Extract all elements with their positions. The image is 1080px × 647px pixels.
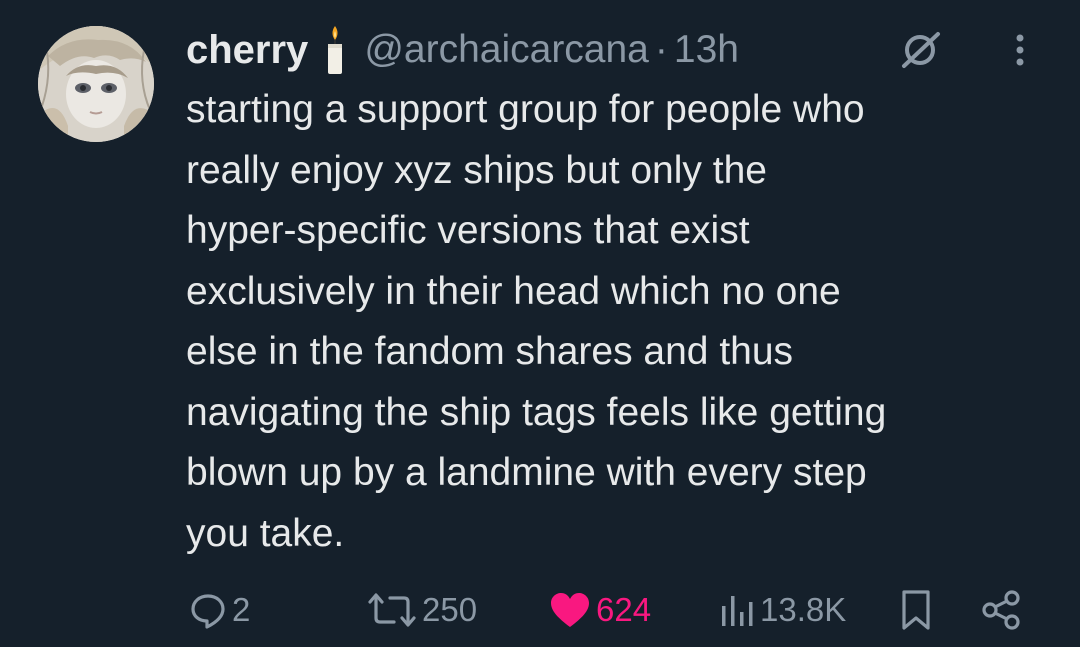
bookmark-icon (902, 590, 930, 630)
candle-icon (324, 24, 346, 76)
author-name[interactable]: cherry (186, 28, 308, 73)
views-button[interactable]: 13.8K (720, 584, 846, 636)
share-icon (982, 590, 1020, 630)
like-button[interactable]: 624 (548, 584, 651, 636)
avatar[interactable] (38, 26, 154, 142)
reply-button[interactable]: 2 (188, 584, 250, 636)
repost-button[interactable]: 250 (366, 584, 477, 636)
views-count: 13.8K (760, 591, 847, 628)
tweet-text-line: navigating the ship tags feels like gett… (186, 390, 887, 434)
tweet-text-line: really enjoy xyz ships but only the (186, 148, 767, 192)
reply-count: 2 (232, 591, 251, 628)
tweet-text-line: starting a support group for people who (186, 88, 865, 131)
tweet-header: cherry @archaicarcana · 13h (186, 22, 739, 78)
tweet-text-line: blown up by a landmine with every step (186, 451, 867, 494)
more-icon[interactable] (1008, 32, 1032, 72)
like-count: 624 (596, 591, 652, 628)
mute-icon[interactable] (898, 28, 942, 72)
tweet-text-line: else in the fandom shares and thus (186, 330, 794, 373)
avatar-image (38, 26, 154, 142)
tweet-text-line: hyper-specific versions that exist (186, 209, 750, 252)
repost-count: 250 (422, 591, 478, 628)
views-icon (722, 596, 753, 626)
tweet-text-line: you take. (186, 511, 345, 555)
timestamp[interactable]: 13h (674, 28, 739, 72)
author-handle[interactable]: @archaicarcana (364, 28, 649, 72)
share-button[interactable] (980, 584, 1024, 636)
action-bar: 2 250 624 13.8K (0, 584, 1080, 636)
repost-icon (368, 593, 416, 627)
separator-dot: · (654, 28, 668, 71)
reply-icon (191, 594, 225, 629)
heart-icon (551, 593, 589, 627)
bookmark-button[interactable] (898, 584, 934, 636)
tweet-text-line: exclusively in their head which no one (186, 269, 841, 313)
tweet-text: starting a support group for people who … (186, 80, 1056, 564)
